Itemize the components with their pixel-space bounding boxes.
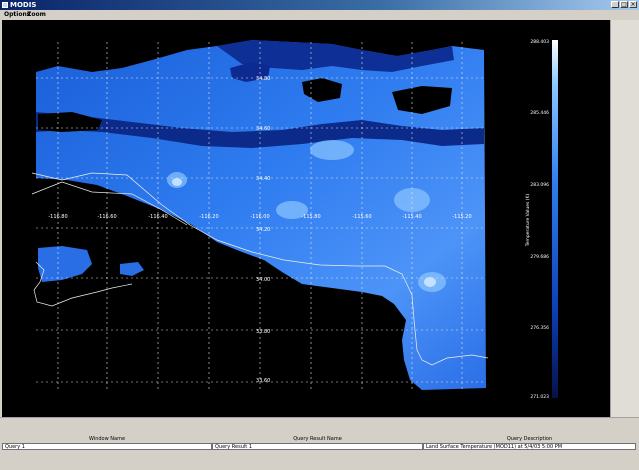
cell-query-description[interactable]: Land Surface Temperature (MOD11) at 5/4/…: [423, 443, 636, 450]
cell-query-result-name[interactable]: Query Result 1: [212, 443, 423, 450]
app-icon: [2, 2, 8, 8]
menu-bar: Options Zoom: [0, 10, 639, 20]
lat-label: 34.80: [256, 76, 270, 82]
lat-label: 33.80: [256, 329, 270, 335]
raster-left-island-small: [120, 262, 144, 276]
lon-label: -116.40: [148, 214, 167, 220]
scale-tick-label: 283.096: [530, 182, 549, 188]
lon-label: -115.40: [402, 214, 421, 220]
scale-title: Temperature Values (K): [525, 193, 531, 247]
lon-label: -116.60: [97, 214, 116, 220]
scale-tick-label: 279.686: [530, 254, 549, 260]
lon-label: -115.20: [452, 214, 471, 220]
lon-label: -115.60: [352, 214, 371, 220]
title-bar: MODIS _ □ ×: [0, 0, 639, 10]
raster-left-island: [38, 246, 92, 282]
window-title: MODIS: [10, 1, 37, 9]
minimize-button[interactable]: _: [611, 1, 619, 8]
right-side-panel: [610, 20, 639, 417]
header-query-description[interactable]: Query Description: [423, 436, 636, 443]
map-viewport[interactable]: 34.80 34.60 34.40 34.20 34.00 33.80 33.6…: [2, 20, 610, 417]
lon-label: -116.00: [250, 214, 269, 220]
lat-label: 34.00: [256, 277, 270, 283]
maximize-button[interactable]: □: [620, 1, 628, 8]
cell-window-name[interactable]: Query 1: [2, 443, 212, 450]
color-scale: 288.403 285.446 283.096 279.686 276.356 …: [525, 39, 558, 400]
lon-labels: -116.80 -116.60 -116.40 -116.20 -116.00 …: [48, 214, 471, 220]
lat-label: 34.60: [256, 126, 270, 132]
temperature-map[interactable]: 34.80 34.60 34.40 34.20 34.00 33.80 33.6…: [2, 20, 610, 417]
lat-label: 34.20: [256, 227, 270, 233]
scale-tick-label: 276.356: [530, 325, 549, 331]
header-query-result-name[interactable]: Query Result Name: [212, 436, 423, 443]
scale-tick-label: 288.403: [530, 39, 549, 45]
lat-label: 34.40: [256, 176, 270, 182]
close-button[interactable]: ×: [629, 1, 637, 8]
query-table-panel: Window Name Query Result Name Query Desc…: [0, 417, 639, 470]
color-bar: [552, 40, 558, 398]
scale-tick-label: 285.446: [530, 110, 549, 116]
menu-zoom[interactable]: Zoom: [27, 10, 46, 20]
lon-label: -116.80: [48, 214, 67, 220]
header-window-name[interactable]: Window Name: [2, 436, 212, 443]
lat-label: 33.60: [256, 378, 270, 384]
scale-tick-label: 271.023: [530, 394, 549, 400]
lon-label: -115.80: [301, 214, 320, 220]
lon-label: -116.20: [199, 214, 218, 220]
